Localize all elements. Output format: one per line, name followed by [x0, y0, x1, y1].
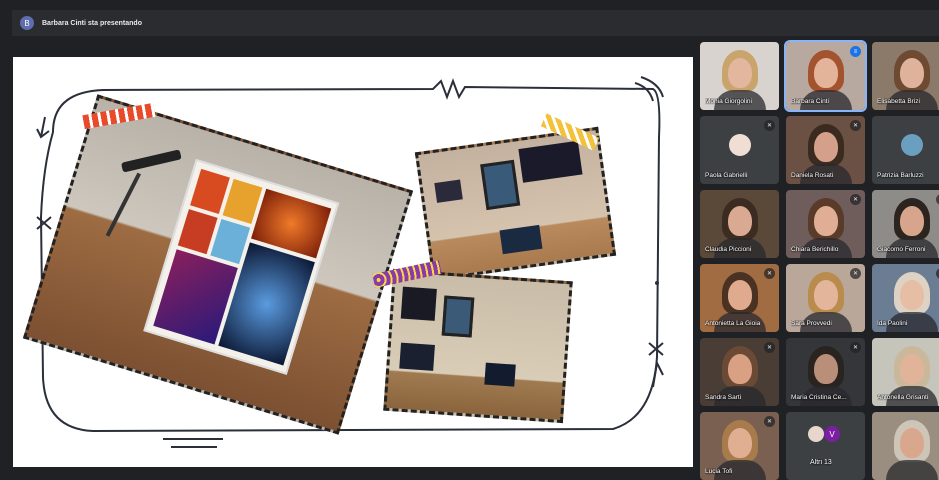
- participants-grid: Monia Giorgolini ≡ Barbara Cinti Elisabetta…: [700, 40, 939, 480]
- mic-off-icon: ✕: [764, 268, 775, 279]
- participant-face: [814, 58, 838, 88]
- observatory-room-photo: [414, 126, 617, 282]
- poster-board: [143, 158, 340, 375]
- avatar-icon: [808, 426, 824, 442]
- participant-tile[interactable]: ✕ Lucia Tofi: [700, 412, 779, 480]
- participant-name: Antonella Grisanti: [877, 394, 929, 401]
- participant-name: Antonietta La Gioia: [705, 320, 761, 327]
- presenting-label: Barbara Cinti sta presentando: [42, 19, 142, 27]
- participant-face: [814, 354, 838, 384]
- participant-name: Sara Provvedi: [791, 320, 832, 327]
- participant-tile[interactable]: ✕ Sandra Sarti: [700, 338, 779, 406]
- tripod-icon: [105, 172, 142, 237]
- participant-name: Daniela Rosati: [791, 172, 834, 179]
- participant-face: [814, 206, 838, 236]
- participant-name: Altri 13: [810, 459, 832, 466]
- participant-name: Sandra Sarti: [705, 394, 742, 401]
- participant-face: [900, 354, 924, 384]
- mic-off-icon: ✕: [764, 416, 775, 427]
- presenter-bar: B Barbara Cinti sta presentando: [12, 10, 939, 36]
- presenter-avatar: B: [20, 16, 34, 30]
- classroom-photo: [383, 268, 573, 424]
- mic-off-icon: ✕: [850, 268, 861, 279]
- participant-tile[interactable]: Claudia Piccioni: [700, 190, 779, 258]
- participant-tile[interactable]: ✕ Chiara Berichillo: [786, 190, 865, 258]
- participant-tile[interactable]: Patrizia Barluzzi: [872, 116, 939, 184]
- participant-tile[interactable]: ✕ Sara Provvedi: [786, 264, 865, 332]
- participant-avatar: [729, 134, 751, 156]
- participant-name: Patrizia Barluzzi: [877, 172, 924, 179]
- participant-face: [728, 354, 752, 384]
- participant-tile[interactable]: Monia Giorgolini: [700, 42, 779, 110]
- participant-face: [900, 206, 924, 236]
- participant-name: Maria Cristina Ce...: [791, 394, 847, 401]
- participant-tile[interactable]: Elisabetta Brizi: [872, 42, 939, 110]
- participant-name: Chiara Berichillo: [791, 246, 839, 253]
- telescope-icon: [120, 149, 182, 173]
- participant-tile[interactable]: ✕ Antonietta La Gioia: [700, 264, 779, 332]
- participant-face: [728, 206, 752, 236]
- participant-tile[interactable]: ✕ Paola Gabrielli: [700, 116, 779, 184]
- mic-off-icon: ✕: [764, 342, 775, 353]
- participant-tile[interactable]: Antonella Grisanti: [872, 338, 939, 406]
- mic-off-icon: ✕: [850, 120, 861, 131]
- participant-name: Claudia Piccioni: [705, 246, 752, 253]
- participant-name: Monia Giorgolini: [705, 98, 752, 105]
- participant-face: [900, 428, 924, 458]
- participant-face: [728, 58, 752, 88]
- participant-face: [814, 132, 838, 162]
- participant-face: [814, 280, 838, 310]
- participant-tile[interactable]: [872, 412, 939, 480]
- participant-avatar: [901, 134, 923, 156]
- participant-face: [900, 58, 924, 88]
- participant-name: Elisabetta Brizi: [877, 98, 920, 105]
- mic-off-icon: ✕: [850, 194, 861, 205]
- participant-tile[interactable]: V Altri 13: [786, 412, 865, 480]
- participant-tile[interactable]: ✕Giacomo Ferroni: [872, 190, 939, 258]
- mic-off-icon: ✕: [850, 342, 861, 353]
- more-participants-avatars: V: [808, 426, 840, 442]
- presentation-slide: [13, 57, 693, 467]
- participant-name: Lucia Tofi: [705, 468, 733, 475]
- participant-name: Barbara Cinti: [791, 98, 829, 105]
- participant-tile[interactable]: ✕ Daniela Rosati: [786, 116, 865, 184]
- participant-face: [900, 280, 924, 310]
- participant-tile[interactable]: ✕ Maria Cristina Ce...: [786, 338, 865, 406]
- mic-off-icon: ✕: [764, 120, 775, 131]
- participant-body: [886, 460, 938, 480]
- participant-tile[interactable]: ≡ Barbara Cinti: [784, 40, 867, 112]
- participant-face: [728, 428, 752, 458]
- participant-name: Ida Paolini: [877, 320, 908, 327]
- participant-name: Paola Gabrielli: [705, 172, 748, 179]
- participant-face: [728, 280, 752, 310]
- speaking-icon: ≡: [850, 46, 861, 57]
- participant-tile[interactable]: ✕Ida Paolini: [872, 264, 939, 332]
- avatar-icon: V: [824, 426, 840, 442]
- participant-name: Giacomo Ferroni: [877, 246, 926, 253]
